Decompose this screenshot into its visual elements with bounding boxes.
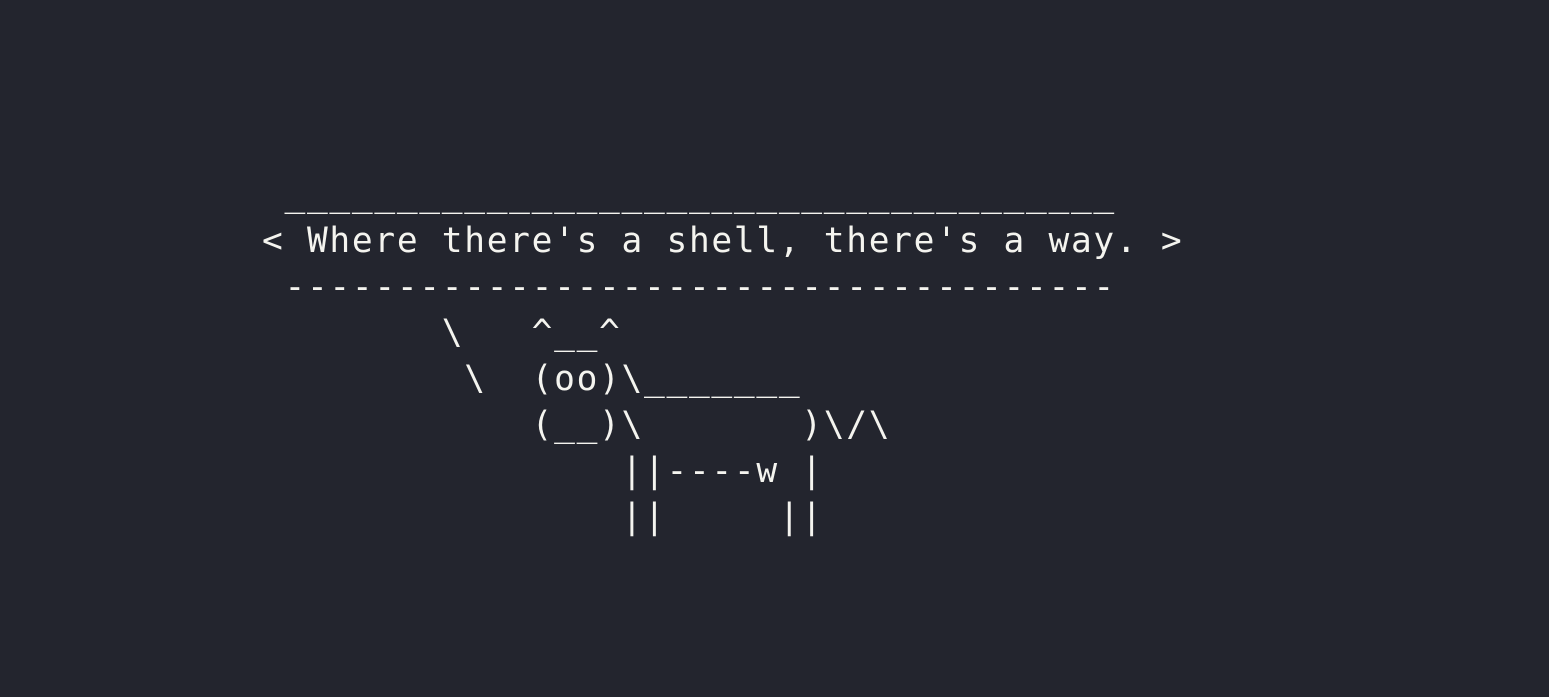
cow-ascii-line-1: \ ^__^ [262, 313, 622, 353]
cow-ascii-line-4: ||----w | [262, 451, 824, 491]
speech-bubble-message: < Where there's a shell, there's a way. … [262, 221, 1184, 261]
cow-ascii-line-3: (__)\ )\/\ [262, 405, 892, 445]
terminal-window[interactable]: _____________________________________ < W… [0, 0, 1549, 697]
cowsay-output: _____________________________________ < W… [262, 172, 1183, 540]
cow-ascii-line-2: \ (oo)\_______ [262, 359, 802, 399]
speech-bubble-top-border: _____________________________________ [262, 175, 1116, 215]
speech-bubble-bottom-border: ------------------------------------- [262, 267, 1116, 307]
cow-ascii-line-5: || || [262, 497, 824, 537]
